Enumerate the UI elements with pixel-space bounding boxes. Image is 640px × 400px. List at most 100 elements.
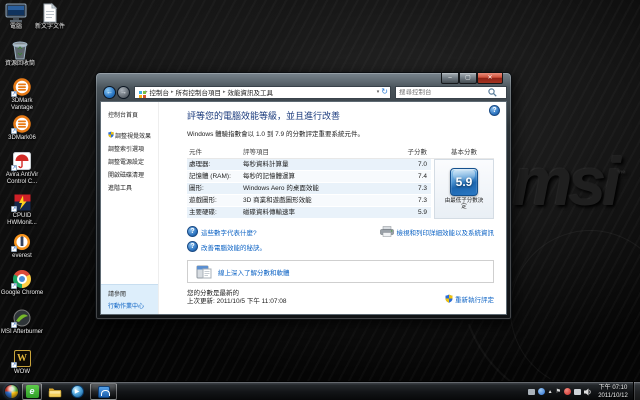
window-controls: – ▢ ✕ [441, 73, 503, 84]
base-score-note: 由最低子分數決定 [444, 198, 484, 210]
desktop-icon-msi-afterburner[interactable]: ↗ MSI Afterburner [0, 308, 44, 336]
clock-date: 2011/10/12 [598, 393, 628, 399]
avira-umbrella-icon: ↗ [11, 151, 33, 171]
shortcut-arrow-icon: ↗ [11, 91, 17, 97]
tray-antivirus-icon[interactable] [564, 388, 571, 395]
search-input[interactable] [396, 88, 488, 96]
text-file-icon [39, 3, 61, 23]
recycle-bin-icon [9, 40, 31, 60]
desktop-icon-avira[interactable]: ↗ Avira AntiVir Control C... [0, 151, 44, 186]
shortcut-arrow-icon: ↗ [11, 322, 17, 328]
clock-time: 下午 07:10 [598, 385, 628, 391]
desktop: msi™ 電腦 新文字文件 資源回收筒 ↗ 3DMark Vantage ↗ 3… [0, 0, 640, 400]
rerun-assessment-link[interactable]: 重新執行評定 [455, 294, 494, 304]
sidebar-item-control-panel-home[interactable]: 控制台首頁 [101, 108, 158, 121]
taskbar-clock[interactable]: 下午 07:10 2011/10/12 [594, 384, 632, 400]
everest-lighthouse-icon: ↗ [11, 232, 33, 252]
search-icon[interactable] [488, 87, 497, 97]
score-status: 您的分數是最新的 上次更新: 2011/10/5 下午 11:07:08 [187, 290, 286, 306]
sidebar-item-adjust-indexing[interactable]: 調整索引選項 [101, 142, 158, 155]
taskbar-item-performance-window[interactable] [90, 383, 117, 400]
system-tray: ▲ ⚑ [527, 382, 592, 400]
question-icon: ? [187, 241, 198, 252]
shortcut-arrow-icon: ↗ [11, 362, 17, 368]
base-score-cell: 5.9 由最低子分數決定 [434, 159, 494, 219]
learn-online-link[interactable]: 線上深入了解分數和軟體 [218, 267, 290, 277]
history-dropdown-icon[interactable]: ▾ [377, 89, 380, 95]
breadcrumb-all-items[interactable]: 所有控制台項目 [175, 87, 223, 97]
numbers-meaning-link[interactable]: 這些數字代表什麼? [201, 227, 257, 237]
start-button[interactable] [4, 384, 19, 399]
volume-icon[interactable] [584, 388, 592, 396]
chrome-icon: ↗ [11, 269, 33, 289]
desktop-icon-3dmark-vantage[interactable]: ↗ 3DMark Vantage [0, 77, 44, 112]
sidebar: 控制台首頁 調整視覺效果 調整索引選項 調整電源設定 開啟磁碟清理 進階工具 請… [101, 102, 159, 314]
desktop-icon-3dmark06[interactable]: ↗ 3DMark06 [0, 114, 44, 142]
base-score-tile: 5.9 [450, 168, 478, 196]
shortcut-arrow-icon: ↗ [11, 246, 17, 252]
page-subtitle: Windows 體驗指數會以 1.0 到 7.9 的分數評定重要系統元件。 [187, 131, 364, 138]
close-button[interactable]: ✕ [477, 73, 503, 84]
col-component: 元件 [189, 149, 202, 156]
tips-link[interactable]: 改善電腦效能的秘訣。 [201, 242, 266, 252]
tray-update-icon[interactable] [537, 388, 545, 395]
question-icon: ? [187, 226, 198, 237]
action-center-link[interactable]: 行動作業中心 [108, 301, 158, 310]
forward-button[interactable]: → [117, 85, 130, 99]
3dmark-icon: ↗ [11, 114, 33, 134]
view-print-row: 檢視和列印詳細效能以及系統資訊 [379, 226, 495, 237]
sidebar-item-disk-cleanup[interactable]: 開啟磁碟清理 [101, 168, 158, 181]
page-title: 評等您的電腦效能等級，並且進行改善 [187, 111, 341, 121]
search-box [395, 85, 507, 99]
internet-explorer-icon: e [25, 385, 39, 398]
performance-information-window: – ▢ ✕ ← → ▸ 控制台 ▸ 所有控制台項目 ▸ 效能資訊及工具 ▾ ↻ [95, 72, 512, 320]
refresh-icon[interactable]: ↻ [381, 88, 388, 96]
tray-device-icon[interactable] [527, 388, 535, 395]
breadcrumb-performance-tools[interactable]: 效能資訊及工具 [227, 87, 275, 97]
desktop-icon-new-text-document[interactable]: 新文字文件 [28, 3, 72, 31]
view-print-link[interactable]: 檢視和列印詳細效能以及系統資訊 [397, 227, 495, 237]
sidebar-item-advanced-tools[interactable]: 進階工具 [101, 181, 158, 194]
col-detail: 評等項目 [243, 149, 269, 156]
desktop-icon-computer[interactable]: 電腦 [1, 3, 31, 31]
desktop-icon-google-chrome[interactable]: ↗ Google Chrome [0, 269, 44, 297]
action-center-flag-icon[interactable]: ⚑ [556, 389, 561, 395]
wei-score-table: 元件 評等項目 子分數 基本分數 處理器: 每秒資料計算量 7.0 記憶體 (R… [187, 147, 494, 219]
table-row-graphics: 圖形: Windows Aero 的桌面效能 7.3 [187, 183, 431, 195]
minimize-button[interactable]: – [441, 73, 459, 84]
back-button[interactable]: ← [103, 85, 116, 99]
table-row-memory: 記憶體 (RAM): 每秒的記憶體運算 7.4 [187, 171, 431, 183]
shortcut-arrow-icon: ↗ [11, 283, 17, 289]
desktop-icon-wow[interactable]: W ↗ WOW [0, 348, 44, 376]
help-icon[interactable]: ? [489, 105, 500, 116]
control-panel-icon [139, 90, 142, 94]
window-client-area: 控制台首頁 調整視覺效果 調整索引選項 調整電源設定 開啟磁碟清理 進階工具 請… [100, 101, 507, 315]
shortcut-arrow-icon: ↗ [11, 206, 17, 212]
table-row-processor: 處理器: 每秒資料計算量 7.0 [187, 159, 431, 171]
computer-icon [5, 3, 27, 23]
folder-icon [48, 388, 62, 397]
afterburner-jet-icon: ↗ [11, 308, 33, 328]
desktop-icon-everest[interactable]: ↗ everest [0, 232, 44, 260]
desktop-icon-recycle-bin[interactable]: 資源回收筒 [0, 40, 40, 68]
taskbar-item-internet-explorer[interactable]: e [22, 383, 42, 400]
desktop-icon-cpuid-hwmonitor[interactable]: ↗ CPUID HWMonit... [0, 192, 44, 227]
3dmark-icon: ↗ [11, 77, 33, 97]
maximize-button[interactable]: ▢ [459, 73, 477, 84]
sidebar-item-adjust-power[interactable]: 調整電源設定 [101, 155, 158, 168]
col-base-score: 基本分數 [451, 149, 477, 156]
show-hidden-icons[interactable]: ▲ [548, 389, 553, 395]
see-also-panel: 請參閱 行動作業中心 [101, 284, 158, 314]
main-pane: ? 評等您的電腦效能等級，並且進行改善 Windows 體驗指數會以 1.0 到… [159, 102, 506, 314]
learn-online-box: 線上深入了解分數和軟體 [187, 260, 494, 283]
col-subscore: 子分數 [407, 149, 428, 156]
last-update-text: 上次更新: 2011/10/5 下午 11:07:08 [187, 298, 287, 305]
taskbar-item-media-player[interactable]: ▶ [68, 383, 86, 400]
numbers-meaning-row: ? 這些數字代表什麼? [187, 226, 257, 237]
breadcrumb-control-panel[interactable]: 控制台 [149, 87, 171, 97]
show-desktop-button[interactable] [633, 382, 640, 400]
taskbar: e ▶ ▲ ⚑ 下午 07:10 2011/10/12 [0, 381, 640, 400]
sidebar-item-adjust-visual-effects[interactable]: 調整視覺效果 [101, 129, 158, 142]
tray-network-icon[interactable] [574, 388, 581, 395]
taskbar-item-explorer[interactable] [46, 383, 64, 400]
